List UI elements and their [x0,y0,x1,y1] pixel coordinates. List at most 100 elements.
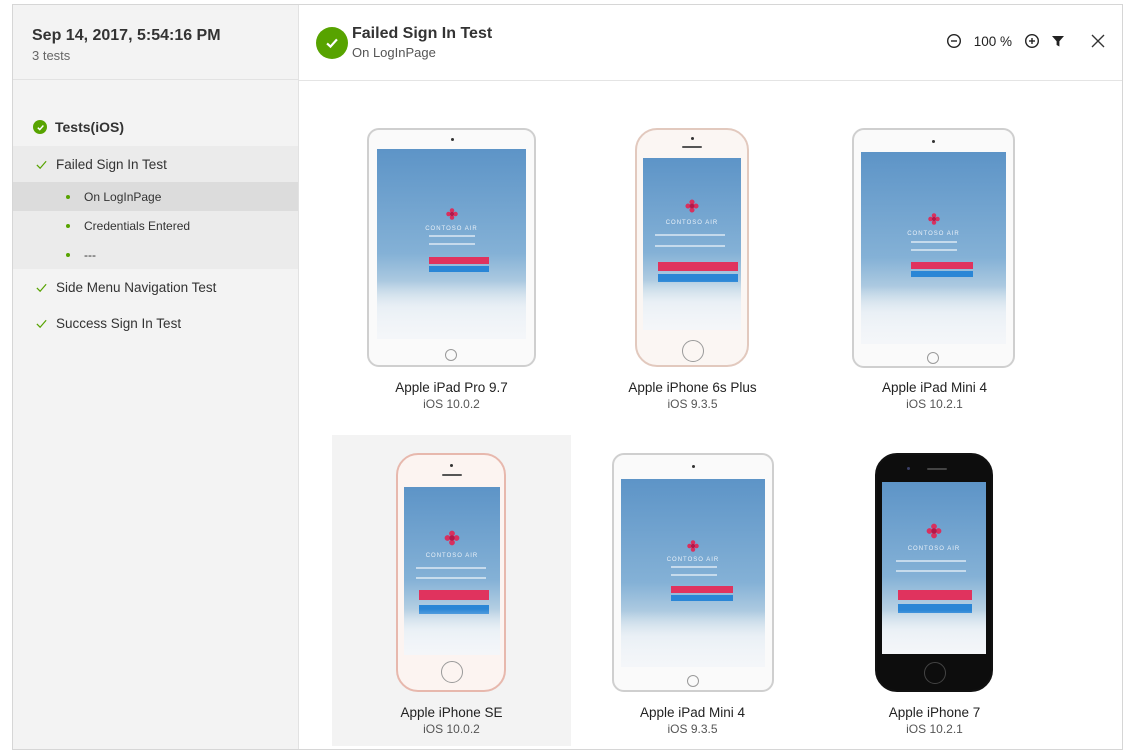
bullet-icon [66,252,70,257]
device-os: iOS 10.0.2 [423,722,480,736]
test-item-side-menu-navigation[interactable]: Side Menu Navigation Test [13,269,298,305]
screenshot-image: CONTOSO AIR [643,158,741,330]
check-icon [34,158,48,171]
zoom-in-icon[interactable] [1022,31,1042,51]
app-logo-icon [927,213,940,225]
step-label: --- [84,247,96,262]
device-name: Apple iPad Pro 9.7 [395,380,508,395]
home-button [927,352,939,364]
screenshot-input-line [655,234,725,236]
screenshot-microsoft-button [429,266,489,272]
step-label: On LogInPage [84,189,162,204]
device-card[interactable]: CONTOSO AIR Apple iPhone 6s Plus iOS 9.3… [573,120,812,431]
screenshot-input-line [896,570,966,572]
run-date: Sep 14, 2017, 5:54:16 PM [32,27,221,44]
screenshot-input-line [911,249,957,251]
device-card[interactable]: CONTOSO AIR Apple iPad Mini 4 iOS 10.2.1 [815,120,1054,431]
screenshot-sign-in-button [671,586,733,593]
screenshot-microsoft-button [671,595,733,601]
screenshot-clouds [404,609,500,655]
screenshot-brand: CONTOSO AIR [907,546,961,552]
screenshot-input-line [429,235,475,237]
camera-dot [691,137,694,140]
screenshot-microsoft-button [911,271,973,277]
test-tree: Tests(iOS) Failed Sign In Test On LogInP… [13,108,298,341]
device-card[interactable]: CONTOSO AIR Apple iPhone 7 iOS 10.2.1 [815,435,1054,746]
screenshot-image: CONTOSO AIR [861,152,1006,344]
test-run-sidebar: Sep 14, 2017, 5:54:16 PM 3 tests Tests(i… [13,5,299,749]
step-credentials-entered[interactable]: Credentials Entered [13,211,298,240]
screenshot-image: CONTOSO AIR [621,479,765,667]
screenshot-input-line [416,577,486,579]
test-title: Failed Sign In Test [352,25,493,42]
device-card[interactable]: CONTOSO AIR Apple iPad Mini 4 iOS 9.3.5 [573,435,812,746]
app-logo-icon [444,530,460,546]
device-os: iOS 10.2.1 [906,722,963,736]
screenshot-image: CONTOSO AIR [377,149,526,339]
home-button [445,349,457,361]
device-card[interactable]: CONTOSO AIR Apple iPad Pro 9.7 iOS 10.0.… [332,120,571,431]
screenshot-detail [931,216,936,222]
camera-dot [932,140,935,143]
device-frame: CONTOSO AIR [852,128,1015,368]
home-button [924,662,946,684]
device-screenshot-grid: CONTOSO AIR Apple iPad Pro 9.7 iOS 10.0.… [299,81,1122,749]
camera-dot [692,465,695,468]
app-logo-icon [687,540,699,552]
camera-dot [907,467,910,470]
home-button [682,340,704,362]
device-frame: CONTOSO AIR [875,453,993,692]
device-frame: CONTOSO AIR [367,128,536,367]
check-icon [34,317,48,330]
step-more[interactable]: --- [13,240,298,269]
screenshot-sign-in-button [658,262,738,271]
home-button [687,675,699,687]
screenshot-detail [690,543,696,549]
screenshot-detail [689,203,695,209]
screenshot-input-line [416,567,486,569]
screenshot-brand: CONTOSO AIR [665,220,719,226]
detail-header: Failed Sign In Test On LogInPage 100 % [299,5,1122,81]
device-card[interactable]: CONTOSO AIR Apple iPhone SE iOS 10.0.2 [332,435,571,746]
screenshot-detail [931,528,937,534]
app-logo-icon [926,523,942,539]
step-on-login-page[interactable]: On LogInPage [13,182,298,211]
bullet-icon [66,194,70,199]
test-item-label: Failed Sign In Test [56,156,167,172]
zoom-out-icon[interactable] [944,31,964,51]
check-circle-icon [316,27,348,59]
camera-dot [451,138,454,141]
screenshot-image: CONTOSO AIR [882,482,986,654]
filter-icon[interactable] [1048,31,1068,51]
test-item-failed-sign-in[interactable]: Failed Sign In Test [13,146,298,182]
device-frame: CONTOSO AIR [396,453,506,692]
tree-root-tests-ios[interactable]: Tests(iOS) [13,108,298,146]
device-frame: CONTOSO AIR [612,453,774,692]
zoom-level: 100 % [973,33,1012,49]
camera-dot [450,464,453,467]
screenshot-input-line [911,241,957,243]
screenshot-clouds [882,610,986,654]
screenshot-clouds [861,286,1006,344]
screenshot-clouds [643,280,741,330]
device-os: iOS 10.0.2 [423,397,480,411]
run-header: Sep 14, 2017, 5:54:16 PM 3 tests [13,5,298,80]
home-button [441,661,463,683]
speaker-slot [927,468,947,470]
test-item-success-sign-in[interactable]: Success Sign In Test [13,305,298,341]
toolbar: 100 % [944,31,1108,51]
screenshot-image: CONTOSO AIR [404,487,500,655]
test-item-label: Success Sign In Test [56,315,182,331]
screenshot-sign-in-button [898,590,972,600]
screenshot-input-line [429,243,475,245]
screenshot-input-line [896,560,966,562]
screenshot-brand: CONTOSO AIR [666,557,720,563]
screenshot-sign-in-button [429,257,489,264]
close-icon[interactable] [1088,31,1108,51]
tree-root-label: Tests(iOS) [55,119,124,135]
device-name: Apple iPhone 6s Plus [628,380,757,395]
screenshot-clouds [621,611,765,667]
check-circle-icon [33,120,47,134]
device-name: Apple iPhone SE [400,705,503,720]
run-test-count: 3 tests [32,48,71,63]
